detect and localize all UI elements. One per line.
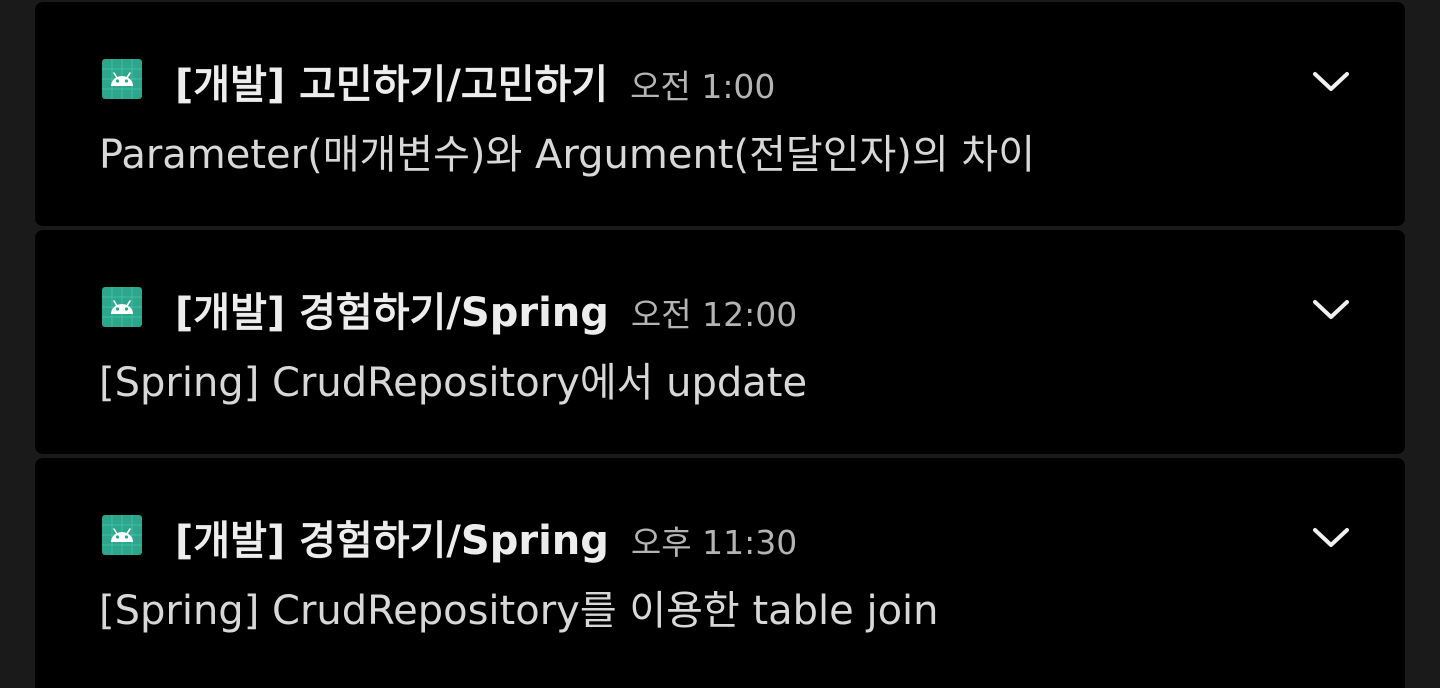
notification-title: [개발] 경험하기/Spring xyxy=(175,518,609,564)
notification-title: [개발] 고민하기/고민하기 xyxy=(175,62,609,108)
notification-time: 오전 12:00 xyxy=(630,295,798,334)
notification-list: [개발] 고민하기/고민하기 오전 1:00 Parameter(매개변수)와 … xyxy=(35,2,1405,688)
android-icon xyxy=(102,515,142,555)
notification-body: [Spring] CrudRepository를 이용한 table join xyxy=(99,588,939,634)
notification-card[interactable]: [개발] 고민하기/고민하기 오전 1:00 Parameter(매개변수)와 … xyxy=(35,2,1405,226)
notification-time: 오후 11:30 xyxy=(630,523,798,562)
notification-body: Parameter(매개변수)와 Argument(전달인자)의 차이 xyxy=(99,132,1036,178)
notification-body: [Spring] CrudRepository에서 update xyxy=(99,360,808,406)
notification-header: [개발] 경험하기/Spring 오후 11:30 xyxy=(175,508,797,568)
expand-button[interactable] xyxy=(1307,514,1355,562)
notification-card[interactable]: [개발] 경험하기/Spring 오전 12:00 [Spring] CrudR… xyxy=(35,230,1405,454)
chevron-down-icon xyxy=(1312,527,1350,549)
notification-header: [개발] 고민하기/고민하기 오전 1:00 xyxy=(175,52,775,112)
notification-time: 오전 1:00 xyxy=(630,67,776,106)
notification-card[interactable]: [개발] 경험하기/Spring 오후 11:30 [Spring] CrudR… xyxy=(35,458,1405,688)
notification-header: [개발] 경험하기/Spring 오전 12:00 xyxy=(175,280,797,340)
android-icon xyxy=(102,59,142,99)
chevron-down-icon xyxy=(1312,299,1350,321)
android-icon xyxy=(102,287,142,327)
notification-title: [개발] 경험하기/Spring xyxy=(175,290,609,336)
chevron-down-icon xyxy=(1312,71,1350,93)
expand-button[interactable] xyxy=(1307,286,1355,334)
expand-button[interactable] xyxy=(1307,58,1355,106)
